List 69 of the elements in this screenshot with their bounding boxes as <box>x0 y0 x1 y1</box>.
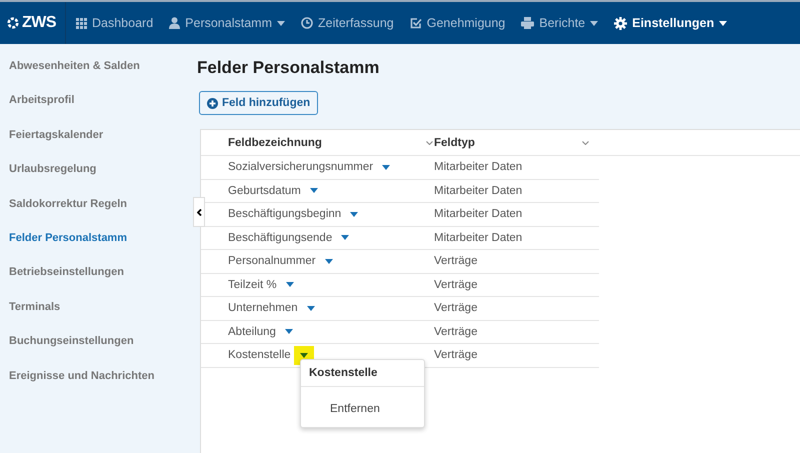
column-header[interactable]: Feldbezeichnung <box>228 136 322 148</box>
caret-icon <box>324 258 333 264</box>
dropdown-button[interactable] <box>324 258 333 264</box>
caret-icon <box>286 282 294 288</box>
logo-text: ZWS <box>22 14 56 32</box>
table-cell: Geburtsdatum <box>228 184 301 197</box>
sidebar-item[interactable]: Felder Personalstamm <box>9 232 127 244</box>
sort-icon <box>426 140 433 144</box>
dropdown-button[interactable] <box>382 164 390 170</box>
sidebar-item[interactable]: Abwesenheiten & Salden <box>9 60 140 72</box>
table-cell: Personalnummer <box>228 255 316 268</box>
checkbox-icon <box>410 17 422 29</box>
dropdown-button[interactable] <box>306 306 315 311</box>
nav-item[interactable]: Personalstamm <box>169 16 285 30</box>
table-cell: Verträge <box>434 349 478 362</box>
table-cell: Sozialversicherungsnummer <box>228 161 374 174</box>
dropdown-button[interactable] <box>284 329 293 334</box>
page-title: Felder Personalstamm <box>197 58 380 79</box>
sidebar-item[interactable]: Ereignisse und Nachrichten <box>9 370 154 382</box>
printer-icon <box>521 17 534 29</box>
table-cell: Mitarbeiter Daten <box>434 208 522 220</box>
caret-icon <box>310 188 318 194</box>
caret-icon <box>284 329 293 334</box>
menu-item[interactable]: Entfernen <box>330 403 380 415</box>
sidebar-item[interactable]: Betriebseinstellungen <box>9 266 124 278</box>
sidebar-item[interactable]: Buchungseinstellungen <box>9 335 134 348</box>
table-cell: Mitarbeiter Daten <box>434 161 522 174</box>
table-cell: Beschäftigungsbeginn <box>228 208 342 220</box>
add-field-button[interactable]: Feld hinzufügen <box>199 91 318 115</box>
nav-item[interactable]: Einstellungen <box>614 16 728 30</box>
sidebar-item[interactable]: Terminals <box>9 300 60 313</box>
caret-icon <box>350 212 358 217</box>
sidebar-item[interactable]: Urlaubsregelung <box>9 163 96 176</box>
table-cell: Mitarbeiter Daten <box>434 232 522 244</box>
plus-circle-icon <box>207 98 218 108</box>
column-header[interactable]: Feldtyp <box>434 136 475 148</box>
table-cell: Abteilung <box>228 326 276 338</box>
caret-icon <box>382 164 390 170</box>
table-cell: Mitarbeiter Daten <box>434 184 522 197</box>
sort-icon <box>582 140 589 144</box>
user-icon <box>169 17 180 29</box>
table-cell: Kostenstelle <box>228 349 291 362</box>
table-cell: Verträge <box>434 278 478 291</box>
table-cell: Verträge <box>434 302 478 314</box>
dropdown-button[interactable] <box>341 235 350 240</box>
table-cell: Unternehmen <box>228 302 298 314</box>
nav-item[interactable]: Dashboard <box>76 16 154 30</box>
table-cell: Beschäftigungsende <box>228 232 332 244</box>
sidebar-item[interactable]: Feiertagskalender <box>9 128 104 141</box>
sidebar-item[interactable]: Arbeitsprofil <box>9 94 74 106</box>
grid-icon <box>76 18 87 28</box>
nav-item[interactable]: Zeiterfassung <box>301 16 394 30</box>
clock-icon <box>301 17 313 29</box>
sidebar-item[interactable]: Saldokorrektur Regeln <box>9 198 127 210</box>
caret-icon <box>341 235 350 240</box>
logo-icon <box>7 17 19 29</box>
dropdown-button[interactable] <box>310 188 318 194</box>
table-cell: Teilzeit % <box>228 278 277 291</box>
collapse-handle[interactable] <box>193 197 205 227</box>
dropdown-button[interactable] <box>350 212 358 217</box>
nav-item[interactable]: Berichte <box>521 16 598 30</box>
nav-item[interactable]: Genehmigung <box>410 16 506 30</box>
table-cell: Verträge <box>434 255 478 268</box>
table-cell: Verträge <box>434 326 478 338</box>
menu-title: Kostenstelle <box>309 367 378 379</box>
chevron-left-icon <box>196 208 202 216</box>
settings-icon <box>614 16 628 30</box>
caret-icon <box>306 306 315 311</box>
dropdown-button[interactable] <box>286 282 294 288</box>
